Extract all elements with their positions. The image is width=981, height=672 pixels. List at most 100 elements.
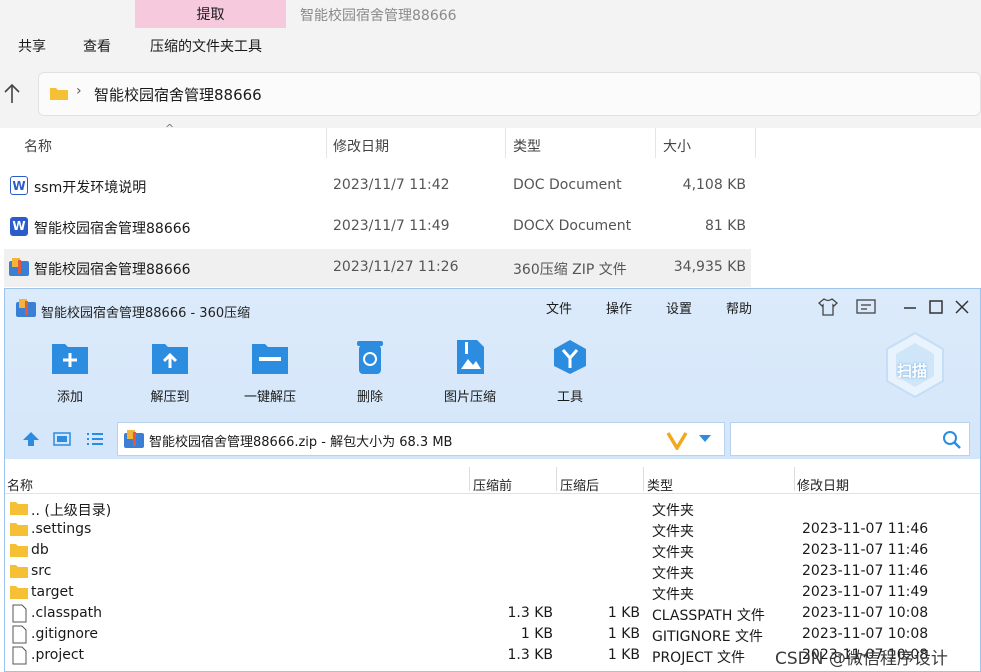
file-icon xyxy=(12,646,27,665)
item-type: 文件夹 xyxy=(652,503,694,519)
menu-operate[interactable]: 操作 xyxy=(606,298,632,317)
item-name: target xyxy=(31,584,74,600)
toolbar-tools-label[interactable]: 工具 xyxy=(520,386,620,405)
item-type: CLASSPATH 文件 xyxy=(652,608,765,624)
file-icon xyxy=(12,625,27,644)
dropdown-arrow-icon[interactable] xyxy=(698,434,712,444)
up-arrow-icon[interactable] xyxy=(3,82,21,106)
menu-help[interactable]: 帮助 xyxy=(726,298,752,317)
item-type: 文件夹 xyxy=(652,545,694,561)
col-type[interactable]: 类型 xyxy=(513,136,541,156)
file-name: 智能校园宿舍管理88666 xyxy=(34,262,191,278)
col-name[interactable]: 名称 xyxy=(24,136,52,156)
zip-window: 智能校园宿舍管理88666 - 360压缩 文件 操作 设置 帮助 添加 解压到… xyxy=(4,288,981,672)
file-row[interactable]: W ssm开发环境说明 2023/11/7 11:42 DOC Document… xyxy=(4,167,751,205)
word-doc-icon: W xyxy=(10,176,28,195)
ribbon-share[interactable]: 共享 xyxy=(18,36,46,56)
item-size-before: 1 KB xyxy=(520,626,553,642)
col-date[interactable]: 修改日期 xyxy=(797,475,849,494)
col-type[interactable]: 类型 xyxy=(647,475,673,494)
toolbar-delete-label[interactable]: 删除 xyxy=(320,386,420,405)
col-name[interactable]: 名称 xyxy=(7,475,33,494)
col-date[interactable]: 修改日期 xyxy=(333,136,389,156)
window-title: 智能校园宿舍管理88666 xyxy=(300,8,457,24)
column-divider[interactable] xyxy=(505,128,506,158)
file-icon xyxy=(12,604,27,623)
folder-icon xyxy=(50,88,68,100)
delete-icon[interactable] xyxy=(351,339,389,375)
item-name: .project xyxy=(31,647,85,663)
item-name: src xyxy=(31,563,52,579)
folder-icon xyxy=(10,565,28,578)
list-item[interactable]: .settings 文件夹 2023-11-07 11:46 xyxy=(5,519,980,540)
item-size-after: 1 KB xyxy=(607,626,640,642)
ribbon-compressed-folder-tools[interactable]: 压缩的文件夹工具 xyxy=(150,36,262,56)
column-divider[interactable] xyxy=(556,467,557,491)
v-check-icon[interactable] xyxy=(666,430,688,450)
file-row[interactable]: W 智能校园宿舍管理88666 2023/11/7 11:49 DOCX Doc… xyxy=(4,208,751,246)
folder-icon xyxy=(10,586,28,599)
toolbar-add-label[interactable]: 添加 xyxy=(20,386,120,405)
skin-shirt-icon[interactable] xyxy=(818,298,838,316)
watermark: CSDN @微信程序设计 xyxy=(775,649,948,669)
archive-path-bar[interactable]: 智能校园宿舍管理88666.zip - 解包大小为 68.3 MB xyxy=(117,422,725,456)
list-item[interactable]: target 文件夹 2023-11-07 11:49 xyxy=(5,582,980,603)
toolbar-one-click-extract-label[interactable]: 一键解压 xyxy=(220,386,320,405)
minimize-icon[interactable] xyxy=(902,298,918,316)
message-icon[interactable] xyxy=(856,298,876,316)
item-type: 文件夹 xyxy=(652,566,694,582)
zip-app-icon xyxy=(16,299,36,317)
zip-archive-icon xyxy=(124,430,144,448)
image-compress-icon[interactable] xyxy=(451,339,489,375)
tab-extract[interactable]: 提取 xyxy=(135,0,286,28)
sort-up-icon: ^ xyxy=(165,122,175,135)
list-view-icon[interactable] xyxy=(86,431,104,447)
file-size: 34,935 KB xyxy=(673,259,746,275)
list-item[interactable]: db 文件夹 2023-11-07 11:46 xyxy=(5,540,980,561)
column-divider[interactable] xyxy=(794,467,795,491)
menu-file[interactable]: 文件 xyxy=(546,298,572,317)
tools-icon[interactable] xyxy=(551,339,589,375)
toolbar-image-compress-label[interactable]: 图片压缩 xyxy=(420,386,520,405)
col-before[interactable]: 压缩前 xyxy=(473,475,512,494)
chevron-right-icon[interactable]: › xyxy=(76,83,82,99)
search-input[interactable] xyxy=(730,422,970,456)
close-icon[interactable] xyxy=(954,298,970,316)
column-divider[interactable] xyxy=(755,128,756,158)
column-divider[interactable] xyxy=(655,128,656,158)
one-click-extract-icon[interactable] xyxy=(251,339,289,375)
ribbon-view[interactable]: 查看 xyxy=(83,36,111,56)
search-icon[interactable] xyxy=(942,430,962,450)
item-name: .gitignore xyxy=(31,626,98,642)
file-date: 2023/11/7 11:42 xyxy=(333,177,450,193)
file-size: 4,108 KB xyxy=(682,177,746,193)
file-name: ssm开发环境说明 xyxy=(34,180,147,196)
item-date: 2023-11-07 11:46 xyxy=(802,542,929,558)
zip-archive-icon xyxy=(9,258,29,276)
col-after[interactable]: 压缩后 xyxy=(560,475,599,494)
file-row-selected[interactable]: 智能校园宿舍管理88666 2023/11/27 11:26 360压缩 ZIP… xyxy=(4,249,751,287)
file-size: 81 KB xyxy=(704,218,746,234)
thumbnail-view-icon[interactable] xyxy=(53,431,71,447)
item-name: db xyxy=(31,542,49,558)
address-path[interactable]: 智能校园宿舍管理88666 xyxy=(94,84,262,105)
list-item[interactable]: src 文件夹 2023-11-07 11:46 xyxy=(5,561,980,582)
file-type: DOC Document xyxy=(513,177,622,193)
add-icon[interactable] xyxy=(51,339,89,375)
list-item[interactable]: .. (上级目录) 文件夹 xyxy=(5,498,980,519)
maximize-icon[interactable] xyxy=(928,298,944,316)
toolbar-extract-to-label[interactable]: 解压到 xyxy=(120,386,220,405)
col-size[interactable]: 大小 xyxy=(663,136,691,156)
list-item[interactable]: .gitignore 1 KB 1 KB GITIGNORE 文件 2023-1… xyxy=(5,624,980,645)
file-date: 2023/11/27 11:26 xyxy=(333,259,459,275)
column-divider[interactable] xyxy=(643,467,644,491)
list-item[interactable]: .classpath 1.3 KB 1 KB CLASSPATH 文件 2023… xyxy=(5,603,980,624)
archive-path-text: 智能校园宿舍管理88666.zip - 解包大小为 68.3 MB xyxy=(149,435,453,450)
extract-to-icon[interactable] xyxy=(151,339,189,375)
column-divider[interactable] xyxy=(326,128,327,158)
column-divider[interactable] xyxy=(469,467,470,491)
item-size-before: 1.3 KB xyxy=(507,605,554,621)
menu-settings[interactable]: 设置 xyxy=(666,298,692,317)
scan-label[interactable]: 扫描 xyxy=(897,360,927,381)
up-level-icon[interactable] xyxy=(22,431,40,447)
